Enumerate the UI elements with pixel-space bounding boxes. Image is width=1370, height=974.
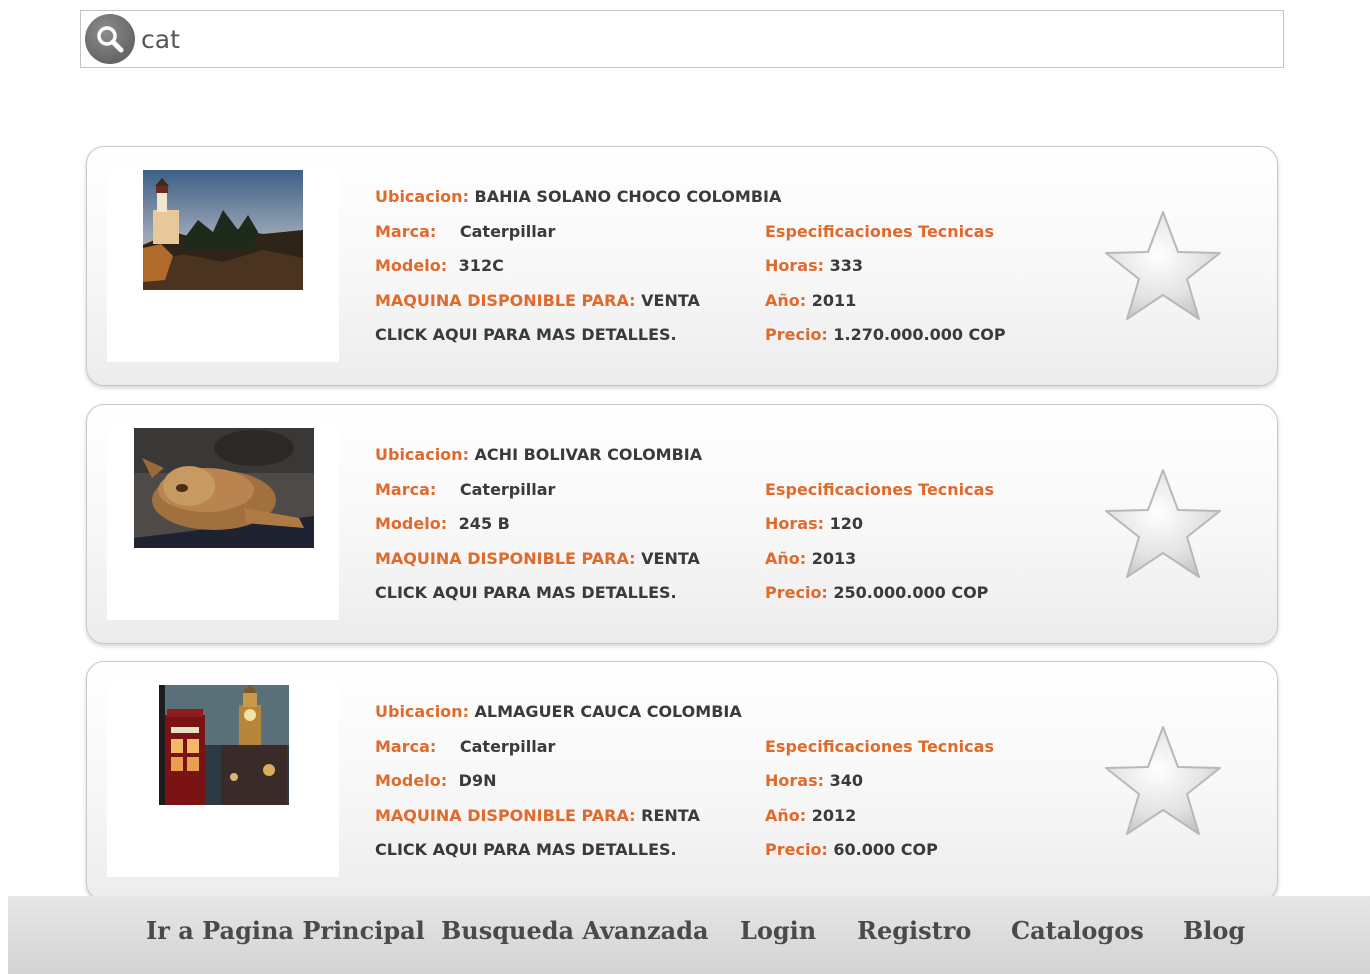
year-label: Año: (765, 806, 807, 825)
year-value: 2013 (811, 549, 857, 568)
year-label: Año: (765, 291, 807, 310)
price-label: Precio: (765, 583, 828, 602)
price-value: 250.000.000 COP (833, 583, 989, 602)
footer-nav: Ir a Pagina Principal Busqueda Avanzada … (8, 896, 1370, 974)
brand-label: Marca: (375, 737, 437, 756)
hours-label: Horas: (765, 514, 824, 533)
hours-value: 333 (829, 256, 863, 275)
details-link[interactable]: CLICK AQUI PARA MAS DETALLES. (375, 840, 677, 859)
nav-home-link[interactable]: Ir a Pagina Principal (146, 916, 425, 945)
search-bar (80, 10, 1284, 68)
details-link[interactable]: CLICK AQUI PARA MAS DETALLES. (375, 325, 677, 344)
location-label: Ubicacion: (375, 187, 469, 206)
hours-label: Horas: (765, 256, 824, 275)
listing-image[interactable] (159, 685, 289, 805)
specs-heading: Especificaciones Tecnicas (765, 222, 994, 241)
details-link[interactable]: CLICK AQUI PARA MAS DETALLES. (375, 583, 677, 602)
specs-heading: Especificaciones Tecnicas (765, 737, 994, 756)
specs-heading: Especificaciones Tecnicas (765, 480, 994, 499)
model-label: Modelo: (375, 256, 448, 275)
nav-catalogs-link[interactable]: Catalogos (1011, 916, 1144, 945)
year-label: Año: (765, 549, 807, 568)
year-value: 2012 (811, 806, 857, 825)
location-value: BAHIA SOLANO CHOCO COLOMBIA (474, 187, 782, 206)
location-value: ACHI BOLIVAR COLOMBIA (474, 445, 703, 464)
price-line: Precio: 250.000.000 COP (765, 583, 988, 602)
price-label: Precio: (765, 840, 828, 859)
brand-value: Caterpillar (459, 737, 556, 756)
availability-label: MAQUINA DISPONIBLE PARA: (375, 806, 636, 825)
brand-line: Marca: Caterpillar (375, 222, 555, 241)
model-value: D9N (458, 771, 497, 790)
model-line: Modelo: D9N (375, 771, 496, 790)
hours-line: Horas: 120 (765, 514, 863, 533)
listing-card[interactable]: Ubicacion: BAHIA SOLANO CHOCO COLOMBIA M… (86, 146, 1278, 386)
favorite-star-icon[interactable] (1103, 209, 1223, 324)
location-line: Ubicacion: BAHIA SOLANO CHOCO COLOMBIA (375, 187, 781, 206)
favorite-star-icon[interactable] (1103, 724, 1223, 839)
model-label: Modelo: (375, 771, 448, 790)
price-value: 1.270.000.000 COP (833, 325, 1006, 344)
thumbnail-frame (107, 425, 339, 620)
location-label: Ubicacion: (375, 702, 469, 721)
location-value: ALMAGUER CAUCA COLOMBIA (474, 702, 742, 721)
hours-value: 120 (829, 514, 863, 533)
year-line: Año: 2013 (765, 549, 856, 568)
hours-line: Horas: 340 (765, 771, 863, 790)
favorite-star-icon[interactable] (1103, 467, 1223, 582)
availability-label: MAQUINA DISPONIBLE PARA: (375, 291, 636, 310)
year-value: 2011 (811, 291, 857, 310)
listing-card[interactable]: Ubicacion: ACHI BOLIVAR COLOMBIA Marca: … (86, 404, 1278, 644)
brand-line: Marca: Caterpillar (375, 737, 555, 756)
year-line: Año: 2011 (765, 291, 856, 310)
hours-label: Horas: (765, 771, 824, 790)
brand-value: Caterpillar (459, 222, 556, 241)
brand-label: Marca: (375, 480, 437, 499)
availability-value: VENTA (641, 549, 700, 568)
model-line: Modelo: 245 B (375, 514, 510, 533)
hours-value: 340 (829, 771, 863, 790)
availability-value: VENTA (641, 291, 700, 310)
availability-label: MAQUINA DISPONIBLE PARA: (375, 549, 636, 568)
availability-line: MAQUINA DISPONIBLE PARA: VENTA (375, 549, 700, 568)
model-value: 245 B (458, 514, 510, 533)
search-icon[interactable] (85, 14, 135, 64)
availability-line: MAQUINA DISPONIBLE PARA: VENTA (375, 291, 700, 310)
hours-line: Horas: 333 (765, 256, 863, 275)
nav-register-link[interactable]: Registro (857, 916, 971, 945)
nav-advanced-search-link[interactable]: Busqueda Avanzada (441, 916, 709, 945)
location-line: Ubicacion: ALMAGUER CAUCA COLOMBIA (375, 702, 742, 721)
listing-card[interactable]: Ubicacion: ALMAGUER CAUCA COLOMBIA Marca… (86, 661, 1278, 901)
price-line: Precio: 1.270.000.000 COP (765, 325, 1006, 344)
thumbnail-frame (107, 167, 339, 362)
nav-login-link[interactable]: Login (740, 916, 816, 945)
nav-blog-link[interactable]: Blog (1183, 916, 1245, 945)
search-input[interactable] (141, 19, 1261, 59)
listing-image[interactable] (143, 170, 303, 290)
location-line: Ubicacion: ACHI BOLIVAR COLOMBIA (375, 445, 702, 464)
brand-value: Caterpillar (459, 480, 556, 499)
brand-line: Marca: Caterpillar (375, 480, 555, 499)
thumbnail-frame (107, 682, 339, 877)
model-value: 312C (458, 256, 504, 275)
listing-image[interactable] (134, 428, 314, 548)
price-value: 60.000 COP (833, 840, 938, 859)
availability-value: RENTA (641, 806, 700, 825)
price-line: Precio: 60.000 COP (765, 840, 938, 859)
brand-label: Marca: (375, 222, 437, 241)
year-line: Año: 2012 (765, 806, 856, 825)
location-label: Ubicacion: (375, 445, 469, 464)
price-label: Precio: (765, 325, 828, 344)
model-label: Modelo: (375, 514, 448, 533)
availability-line: MAQUINA DISPONIBLE PARA: RENTA (375, 806, 700, 825)
model-line: Modelo: 312C (375, 256, 504, 275)
